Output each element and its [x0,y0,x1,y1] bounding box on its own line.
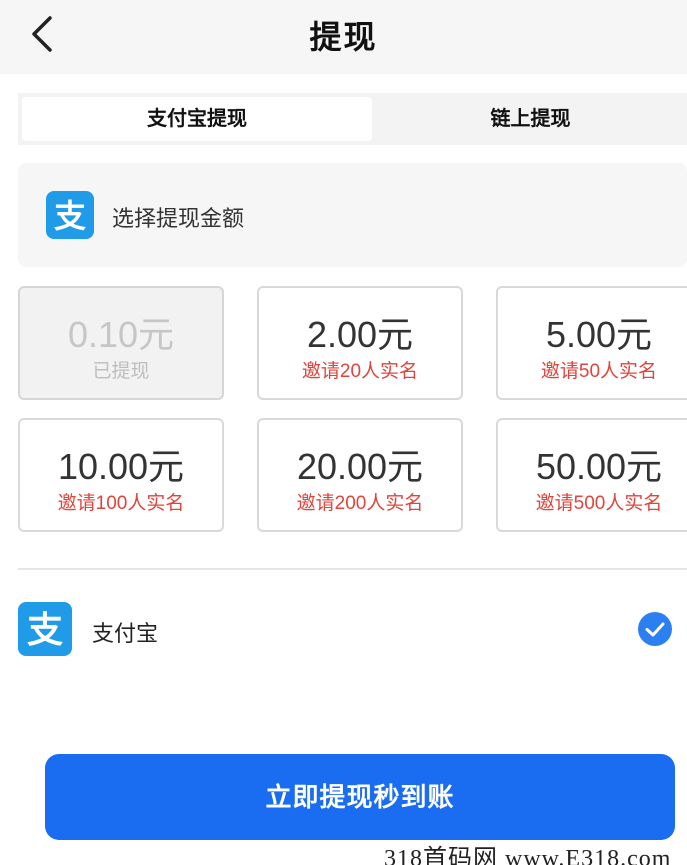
option-note: 邀请50人实名 [540,361,658,382]
amount-option-2[interactable]: 5.00元 邀请50人实名 [496,286,687,400]
tab-chain-withdraw[interactable]: 链上提现 [374,93,687,145]
option-note: 已提现 [92,361,150,382]
payment-method-label: 支付宝 [92,621,159,646]
withdraw-submit-button[interactable]: 立即提现秒到账 [45,754,675,840]
alipay-icon: 支 [46,191,94,239]
check-circle-icon[interactable] [638,612,672,646]
amount-option-4[interactable]: 20.00元 邀请200人实名 [257,418,463,532]
tab-bar: 支付宝提现 链上提现 [18,93,687,145]
amount-option-1[interactable]: 2.00元 邀请20人实名 [257,286,463,400]
watermark-text: 318首码网 www.E318.com [384,846,672,865]
option-amount: 10.00元 [57,446,185,487]
alipay-icon: 支 [18,602,72,656]
amount-option-0: 0.10元 已提现 [18,286,224,400]
option-note: 邀请200人实名 [296,493,424,514]
option-amount: 50.00元 [535,446,663,487]
amount-section-header: 支 选择提现金额 [18,163,687,267]
page-title: 提现 [309,19,378,55]
tab-alipay-withdraw[interactable]: 支付宝提现 [22,97,372,141]
option-amount: 2.00元 [306,314,414,355]
option-amount: 5.00元 [545,314,653,355]
divider [18,568,687,570]
payment-method-alipay[interactable]: 支 支付宝 [0,594,687,666]
option-amount: 20.00元 [296,446,424,487]
option-note: 邀请20人实名 [301,361,419,382]
amount-option-5[interactable]: 50.00元 邀请500人实名 [496,418,687,532]
svg-text:支: 支 [27,610,63,651]
option-amount: 0.10元 [67,314,175,355]
option-note: 邀请100人实名 [57,493,185,514]
svg-text:支: 支 [54,197,86,235]
top-bar: 提现 [0,0,687,74]
amount-section-title: 选择提现金额 [112,206,245,231]
amount-option-3[interactable]: 10.00元 邀请100人实名 [18,418,224,532]
option-note: 邀请500人实名 [535,493,663,514]
